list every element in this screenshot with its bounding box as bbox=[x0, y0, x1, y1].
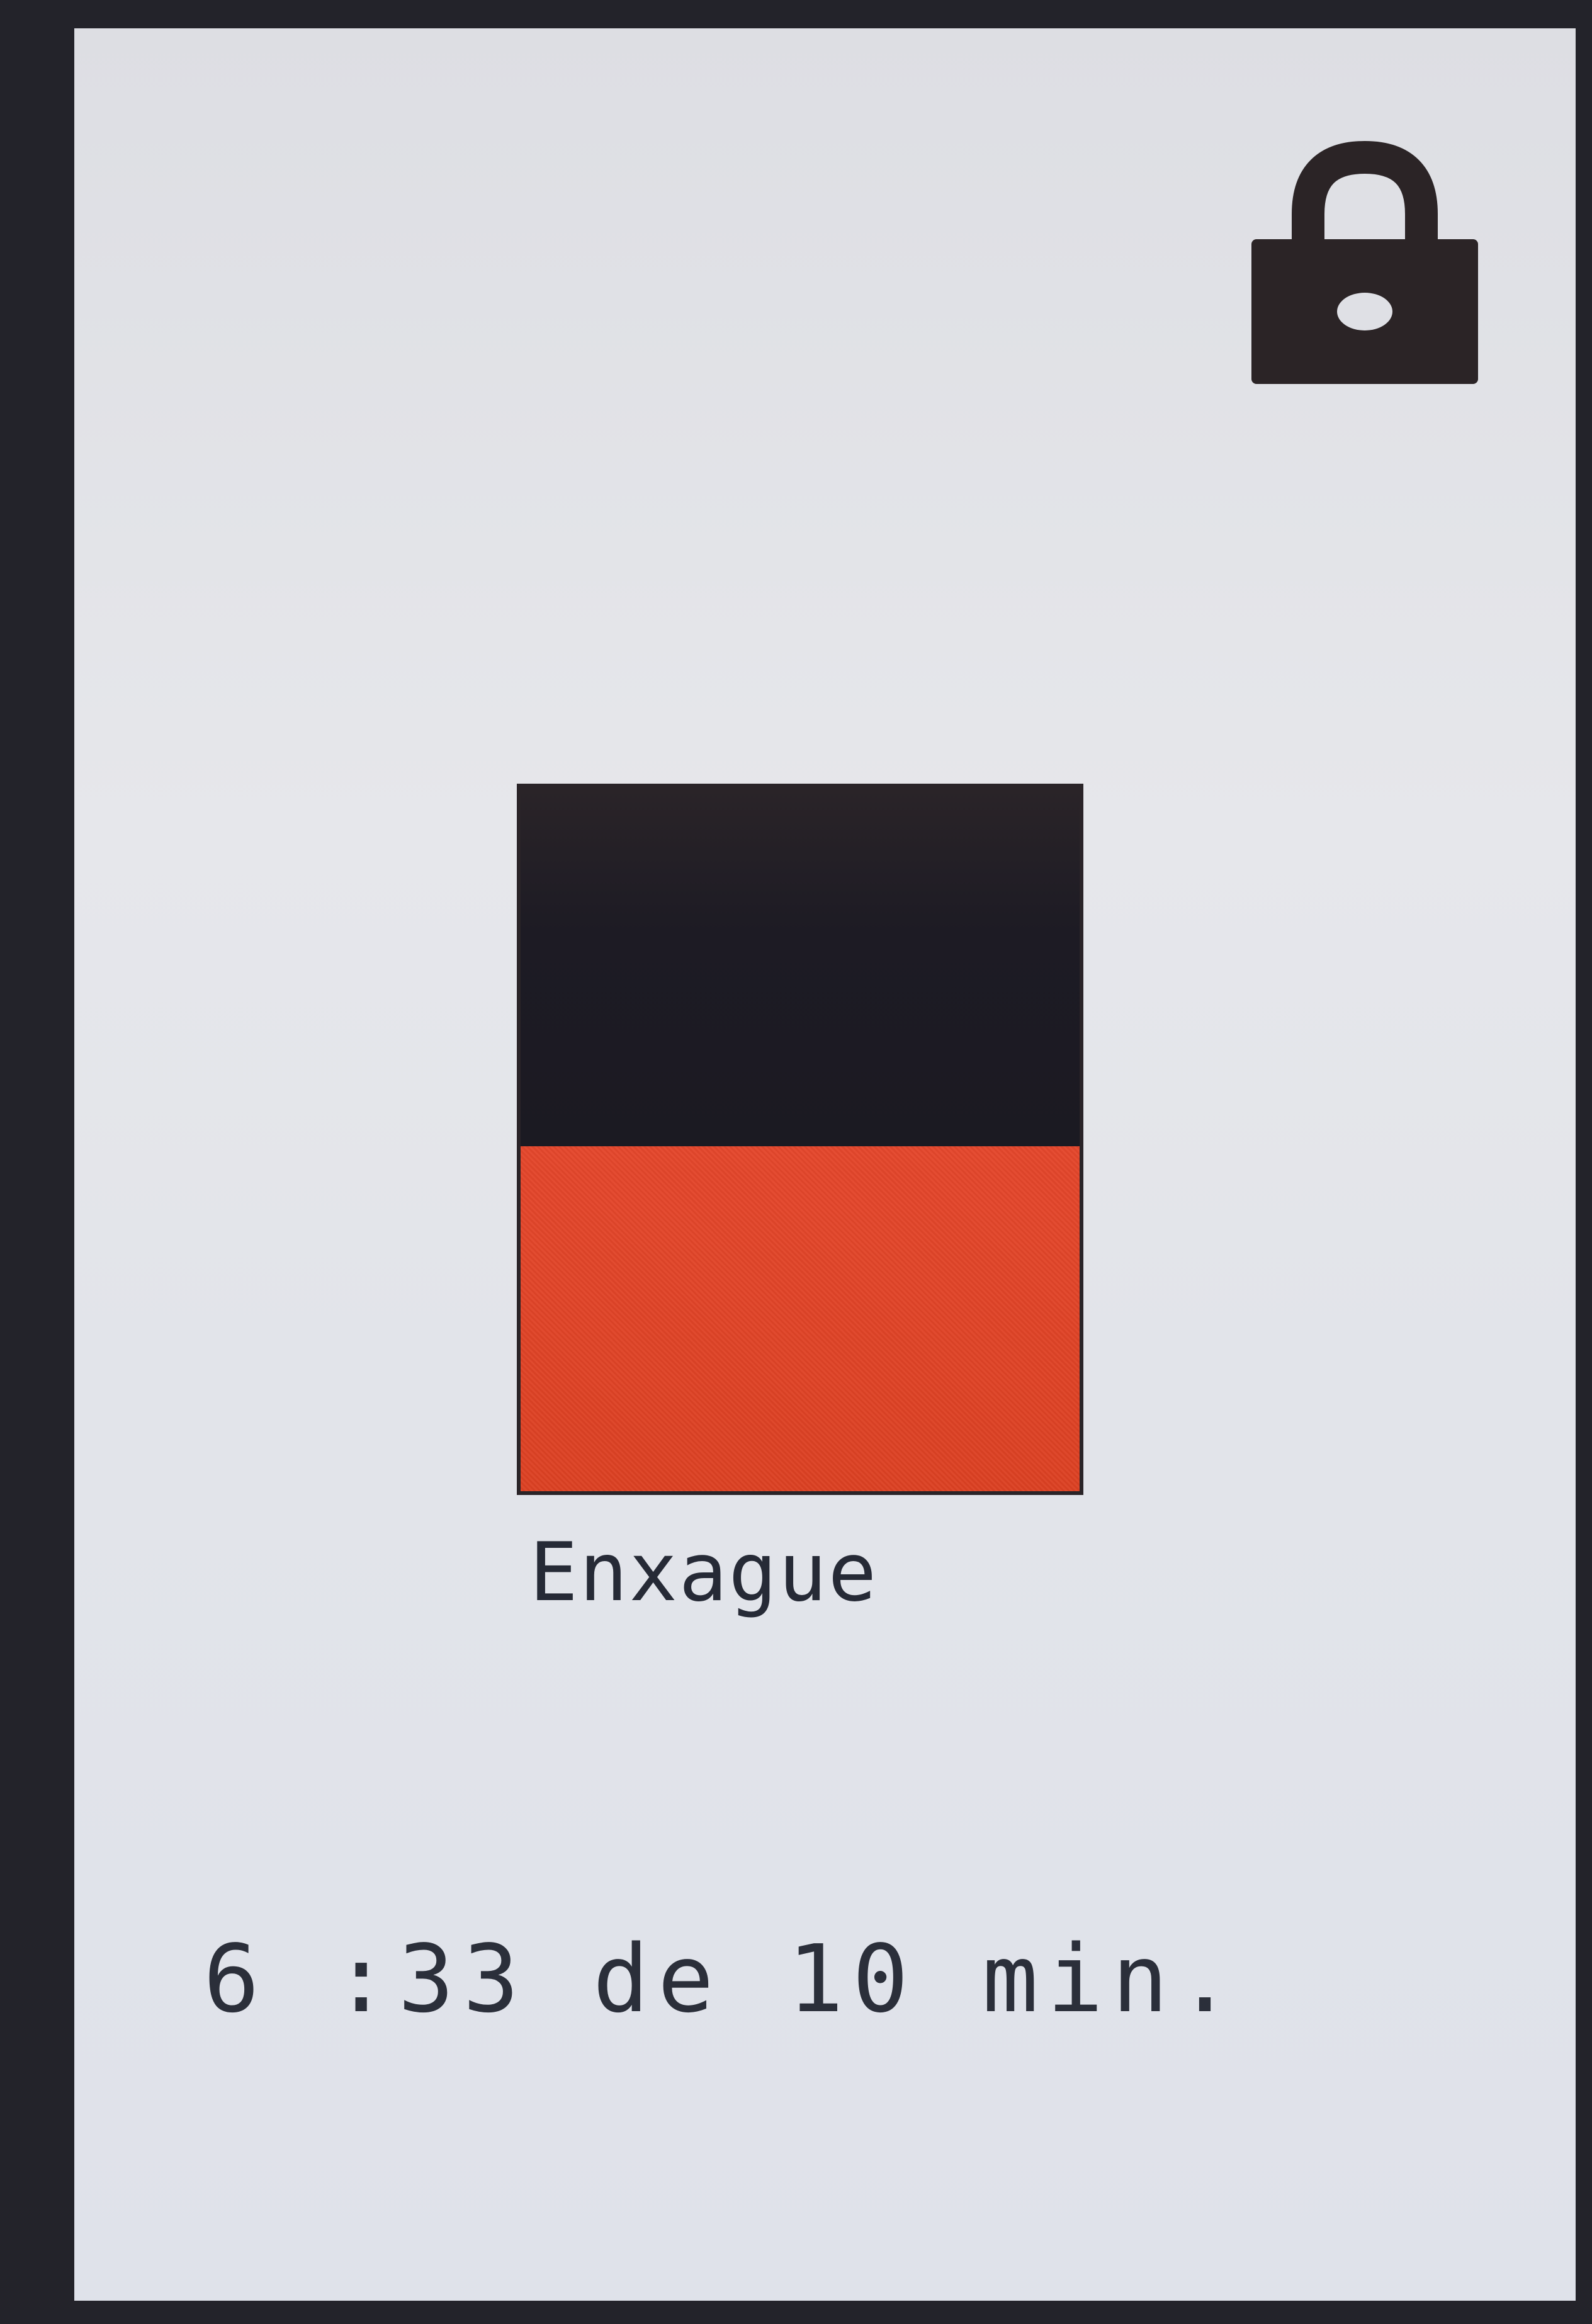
cycle-progress-indicator bbox=[517, 784, 1083, 1495]
progress-remaining bbox=[521, 787, 1080, 1147]
cycle-phase-label: Enxague bbox=[529, 1526, 878, 1620]
display-screen: Enxague 6 :33 de 10 min. bbox=[74, 28, 1576, 2301]
lock-icon[interactable] bbox=[1239, 129, 1491, 393]
elapsed-time-readout: 6 :33 de 10 min. bbox=[203, 1925, 1242, 2033]
progress-fill bbox=[521, 1146, 1080, 1491]
